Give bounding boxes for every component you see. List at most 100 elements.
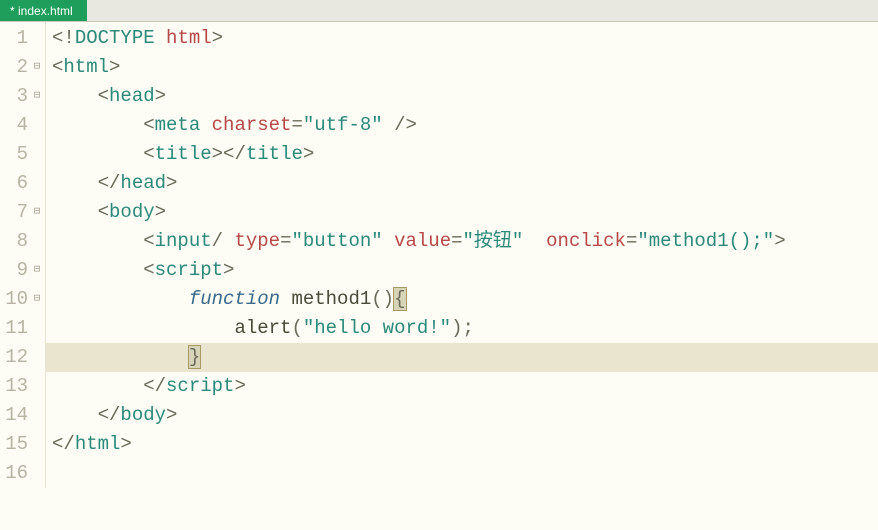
token-punc: > xyxy=(155,201,166,223)
code-area[interactable]: <!DOCTYPE html><html> <head> <meta chars… xyxy=(46,22,878,488)
fold-icon[interactable]: ⊟ xyxy=(31,198,43,227)
code-line[interactable] xyxy=(46,459,878,488)
line-number: 15 xyxy=(5,430,28,459)
token-tag: input xyxy=(155,230,212,252)
tab-bar: * index.html xyxy=(0,0,878,22)
token-tag: script xyxy=(155,259,223,281)
code-line[interactable]: </head> xyxy=(46,169,878,198)
token-text xyxy=(223,230,234,252)
line-number: 10 xyxy=(5,285,28,314)
fold-icon[interactable]: ⊟ xyxy=(31,256,43,285)
code-line[interactable]: } xyxy=(46,343,878,372)
gutter-line: 2⊟ xyxy=(0,53,45,82)
gutter-line: 14 xyxy=(0,401,45,430)
token-tag: head xyxy=(109,85,155,107)
token-punc: </ xyxy=(98,172,121,194)
token-punc: () xyxy=(371,288,394,310)
token-str: "button" xyxy=(291,230,382,252)
token-text xyxy=(383,230,394,252)
token-text xyxy=(52,143,143,165)
token-punc: > xyxy=(212,27,223,49)
token-tag: html xyxy=(75,433,121,455)
token-punc: ( xyxy=(291,317,302,339)
line-number: 13 xyxy=(5,372,28,401)
token-punc: > xyxy=(223,259,234,281)
code-line[interactable]: alert("hello word!"); xyxy=(46,314,878,343)
code-line[interactable]: <meta charset="utf-8" /> xyxy=(46,111,878,140)
token-punc: <! xyxy=(52,27,75,49)
token-punc: < xyxy=(143,114,154,136)
token-punc: > xyxy=(166,172,177,194)
token-text xyxy=(52,346,189,368)
token-attr: value xyxy=(394,230,451,252)
code-line[interactable]: </body> xyxy=(46,401,878,430)
token-kw: function xyxy=(189,288,280,310)
line-number: 9 xyxy=(17,256,28,285)
gutter-line: 15 xyxy=(0,430,45,459)
token-brace: } xyxy=(189,346,200,368)
code-line[interactable]: <html> xyxy=(46,53,878,82)
token-tag: DOCTYPE xyxy=(75,27,155,49)
token-punc: < xyxy=(143,143,154,165)
token-punc: ></ xyxy=(212,143,246,165)
code-editor[interactable]: 12⊟3⊟4567⊟89⊟10⊟111213141516 <!DOCTYPE h… xyxy=(0,22,878,488)
token-text xyxy=(52,259,143,281)
token-punc: < xyxy=(98,201,109,223)
token-tag: script xyxy=(166,375,234,397)
gutter-line: 7⊟ xyxy=(0,198,45,227)
fold-icon[interactable]: ⊟ xyxy=(31,285,43,314)
token-str: "hello word!" xyxy=(303,317,451,339)
gutter-line: 16 xyxy=(0,459,45,488)
token-text xyxy=(523,230,546,252)
code-line[interactable]: <head> xyxy=(46,82,878,111)
token-attr: onclick xyxy=(546,230,626,252)
code-line[interactable]: </html> xyxy=(46,430,878,459)
token-punc: > xyxy=(120,433,131,455)
token-punc: </ xyxy=(52,433,75,455)
code-line[interactable]: <script> xyxy=(46,256,878,285)
token-punc: < xyxy=(98,85,109,107)
token-punc: < xyxy=(143,259,154,281)
line-number: 2 xyxy=(17,53,28,82)
code-line[interactable]: function method1(){ xyxy=(46,285,878,314)
token-punc: = xyxy=(280,230,291,252)
gutter-line: 10⊟ xyxy=(0,285,45,314)
fold-icon[interactable]: ⊟ xyxy=(31,53,43,82)
token-punc: > xyxy=(155,85,166,107)
gutter-line: 11 xyxy=(0,314,45,343)
code-line[interactable]: <title></title> xyxy=(46,140,878,169)
line-number: 12 xyxy=(5,343,28,372)
token-text xyxy=(52,404,98,426)
code-line[interactable]: <body> xyxy=(46,198,878,227)
token-punc: / xyxy=(212,230,223,252)
line-number: 1 xyxy=(17,24,28,53)
token-tag: head xyxy=(120,172,166,194)
token-punc: < xyxy=(143,230,154,252)
token-punc: > xyxy=(166,404,177,426)
gutter-line: 6 xyxy=(0,169,45,198)
token-punc: </ xyxy=(143,375,166,397)
fold-icon[interactable]: ⊟ xyxy=(31,82,43,111)
token-text xyxy=(52,230,143,252)
code-line[interactable]: <input/ type="button" value="按钮" onclick… xyxy=(46,227,878,256)
line-number: 8 xyxy=(17,227,28,256)
gutter-line: 3⊟ xyxy=(0,82,45,111)
token-punc: > xyxy=(234,375,245,397)
code-line[interactable]: <!DOCTYPE html> xyxy=(46,24,878,53)
line-number: 4 xyxy=(17,111,28,140)
token-punc: > xyxy=(303,143,314,165)
token-text xyxy=(52,172,98,194)
token-text xyxy=(155,27,166,49)
token-tag: title xyxy=(246,143,303,165)
line-number: 6 xyxy=(17,169,28,198)
token-tag: html xyxy=(63,56,109,78)
token-attr: charset xyxy=(212,114,292,136)
gutter-line: 8 xyxy=(0,227,45,256)
code-line[interactable]: </script> xyxy=(46,372,878,401)
token-attr: html xyxy=(166,27,212,49)
token-tag: body xyxy=(109,201,155,223)
file-tab[interactable]: * index.html xyxy=(0,0,87,21)
token-punc: </ xyxy=(98,404,121,426)
token-fn: method1 xyxy=(291,288,371,310)
token-str: "method1();" xyxy=(637,230,774,252)
